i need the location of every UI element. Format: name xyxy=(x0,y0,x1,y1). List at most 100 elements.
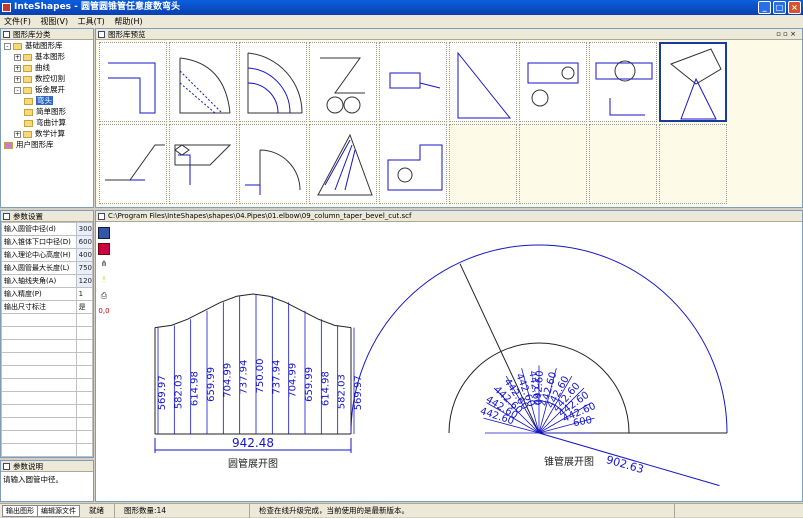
shape-thumbnail[interactable] xyxy=(379,42,447,122)
params-table: 输入圆管中径(d) 300 输入锥体下口中径(D) 600 输入理论中心高度(H) 400… xyxy=(1,222,94,457)
status-ready: 就绪 xyxy=(85,504,115,518)
param-row-empty xyxy=(1,313,94,327)
shape-thumbnail[interactable] xyxy=(239,42,307,122)
marker-icon[interactable]: ! xyxy=(98,275,110,287)
shape-thumbnail[interactable] xyxy=(99,124,167,204)
close-button[interactable]: × xyxy=(788,1,801,14)
tree-item[interactable]: 弯头 xyxy=(1,95,93,106)
window-title: InteShapes - 圆管圆锥管任意度数弯头 xyxy=(14,2,181,12)
shape-thumbnail[interactable] xyxy=(309,42,377,122)
shape-thumbnail[interactable] xyxy=(99,42,167,122)
thumbnail-drawing xyxy=(389,72,441,89)
tab-output-graphics[interactable]: 输出图形 xyxy=(2,505,38,517)
param-cell xyxy=(75,339,94,353)
folder-icon xyxy=(23,86,32,94)
shape-thumbnail[interactable] xyxy=(169,124,237,204)
thumbnail-drawing xyxy=(387,144,443,191)
param-cell xyxy=(75,313,94,327)
tree-expander-icon[interactable]: + xyxy=(14,53,21,61)
copy-icon[interactable] xyxy=(98,243,110,255)
tree-item-label: 基本图形 xyxy=(35,52,65,61)
param-row: 输入理论中心高度(H) 400 xyxy=(1,248,94,262)
param-cell xyxy=(75,326,94,340)
tree-item[interactable]: + 基本图形 xyxy=(1,51,93,62)
params-panel: 参数设置 输入圆管中径(d) 300 输入锥体下口中径(D) 600 输入理论中心高度(… xyxy=(0,210,94,458)
param-cell xyxy=(1,365,77,379)
tree-expander-icon[interactable]: + xyxy=(14,130,21,138)
shape-thumbnail[interactable] xyxy=(239,124,307,204)
minimize-button[interactable]: _ xyxy=(758,1,771,14)
menu-help[interactable]: 帮助(H) xyxy=(114,17,142,26)
panel-controls-icon[interactable]: ▫ ▫ × xyxy=(776,29,796,40)
param-value[interactable]: 750 xyxy=(75,261,94,275)
param-value[interactable]: 1 xyxy=(75,287,94,301)
pipe-dim-label: 737.94 xyxy=(239,360,250,395)
param-row-empty xyxy=(1,378,94,392)
thumbnail-drawing xyxy=(320,57,365,114)
description-panel-header: 参数说明 xyxy=(1,461,93,472)
param-value[interactable]: 120 xyxy=(75,274,94,288)
param-cell xyxy=(1,417,77,431)
shape-thumbnail[interactable] xyxy=(449,42,517,122)
menu-file[interactable]: 文件(F) xyxy=(4,17,31,26)
menu-bar: 文件(F) 视图(V) 工具(T) 帮助(H) xyxy=(0,15,803,28)
tree-expander-icon[interactable]: + xyxy=(14,75,21,83)
cone-caption: 锥管展开图 xyxy=(544,455,594,468)
tree-item[interactable]: + 数控切割 xyxy=(1,73,93,84)
param-cell xyxy=(75,391,94,405)
shape-thumbnail[interactable] xyxy=(519,42,587,122)
tree-item[interactable]: 用户图形库 xyxy=(1,139,93,150)
tree-item-label: 曲线 xyxy=(35,63,50,72)
param-cell xyxy=(75,378,94,392)
pipe-width-label: 942.48 xyxy=(232,436,274,450)
drawing-path-bar: C:\Program Files\InteShapes\shapes\04.Pi… xyxy=(96,211,802,222)
print-icon[interactable]: ⎙ xyxy=(98,291,110,303)
param-value[interactable]: 600 xyxy=(75,235,94,249)
pipe-dim-label: 659.99 xyxy=(206,367,217,402)
param-cell xyxy=(75,417,94,431)
status-bar: 输出图形 编辑源文件 就绪 图形数量:14 检查在线升级完成，当前使用的是最新版… xyxy=(0,503,803,518)
params-panel-icon xyxy=(3,213,10,220)
tree-item-label: 弯头 xyxy=(36,96,53,105)
status-count: 图形数量:14 xyxy=(120,504,250,518)
menu-view[interactable]: 视图(V) xyxy=(40,17,68,26)
tree-expander-icon[interactable]: + xyxy=(14,64,21,72)
menu-tools[interactable]: 工具(T) xyxy=(78,17,105,26)
shape-thumbnail[interactable] xyxy=(379,124,447,204)
param-row: 输入精度(P) 1 xyxy=(1,287,94,301)
shape-thumbnail[interactable] xyxy=(309,124,377,204)
param-row-empty xyxy=(1,404,94,418)
maximize-button[interactable]: □ xyxy=(773,1,786,14)
param-cell xyxy=(75,365,94,379)
tree-expander-icon[interactable]: - xyxy=(14,86,21,94)
param-cell xyxy=(1,443,77,457)
tree-item[interactable]: - 钣金展开 xyxy=(1,84,93,95)
status-message: 检查在线升级完成，当前使用的是最新版本。 xyxy=(255,504,675,518)
param-value[interactable]: 300 xyxy=(75,222,94,236)
description-text: 请输入圆管中径。 xyxy=(3,475,63,484)
shape-thumbnail[interactable] xyxy=(169,42,237,122)
tree-icon[interactable]: ⋔ xyxy=(98,259,110,271)
param-value[interactable]: 是 xyxy=(75,300,94,314)
file-path: C:\Program Files\InteShapes\shapes\04.Pi… xyxy=(108,212,412,220)
save-icon[interactable] xyxy=(98,227,110,239)
description-panel: 参数说明 请输入圆管中径。 xyxy=(0,460,94,502)
drawing-canvas[interactable]: 569.97 582.03 614.98 659.99 704.99 737.94 750.… xyxy=(114,223,802,501)
thumbnail-drawing xyxy=(245,149,301,195)
tree-expander-icon[interactable]: - xyxy=(4,42,11,50)
folder-icon xyxy=(4,141,13,149)
tree-item[interactable]: + 数学计算 xyxy=(1,128,93,139)
tree-item[interactable]: 弯曲计算 xyxy=(1,117,93,128)
param-value[interactable]: 400 xyxy=(75,248,94,262)
shape-thumbnail[interactable] xyxy=(659,42,727,122)
tree-item[interactable]: - 基础图形库 xyxy=(1,40,93,51)
tree-item[interactable]: 简单图形 xyxy=(1,106,93,117)
pipe-dim-label: 614.98 xyxy=(190,371,201,406)
tree-item[interactable]: + 曲线 xyxy=(1,62,93,73)
param-row-empty xyxy=(1,391,94,405)
tab-edit-source[interactable]: 编辑源文件 xyxy=(37,505,80,517)
title-bar: InteShapes - 圆管圆锥管任意度数弯头 _ □ × xyxy=(0,0,803,15)
param-cell xyxy=(75,430,94,444)
param-label: 输入圆管最大长度(L) xyxy=(1,261,77,275)
shape-thumbnail[interactable] xyxy=(589,42,657,122)
